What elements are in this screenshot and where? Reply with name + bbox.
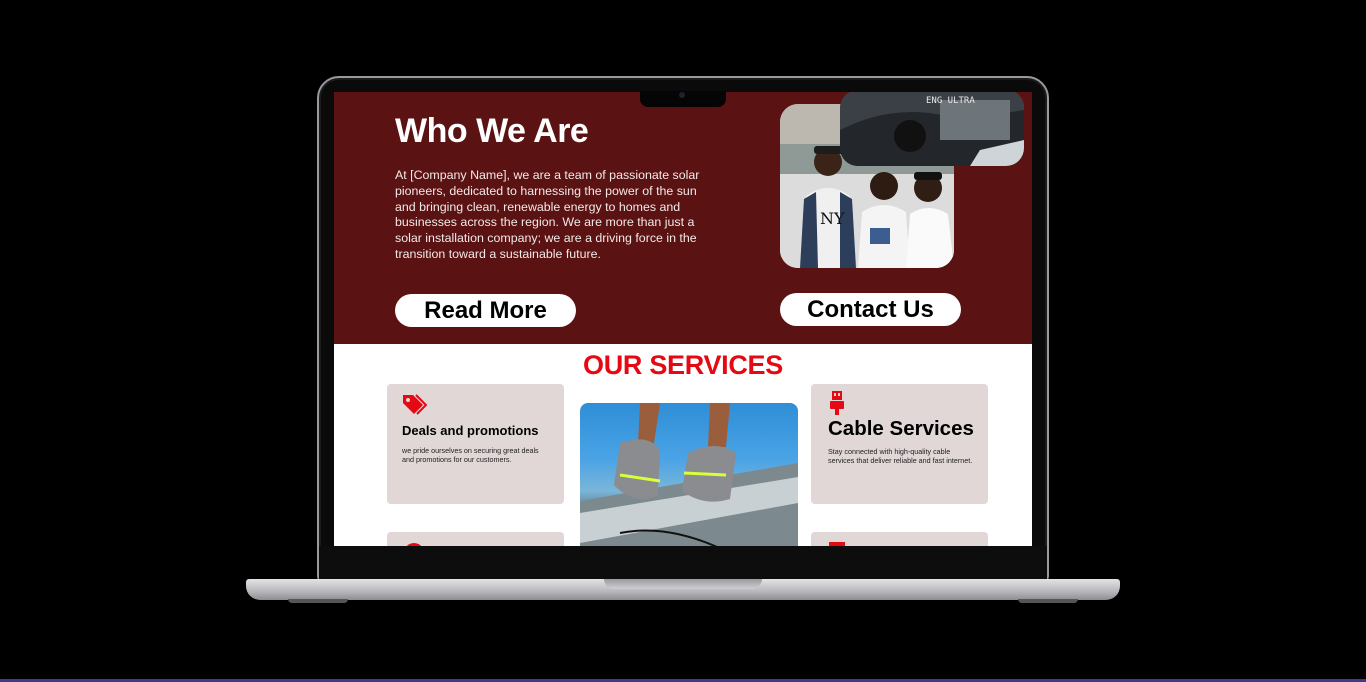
night-photo-sign-text: ENG ULTRA: [926, 96, 975, 106]
usb-plug-icon: [830, 391, 844, 420]
contact-us-button[interactable]: Contact Us: [780, 293, 961, 326]
laptop-screen: Who We Are At [Company Name], we are a t…: [334, 92, 1032, 546]
price-tags-icon: [401, 393, 428, 422]
service-card-description: Stay connected with high-quality cable s…: [828, 447, 973, 465]
hero-description: At [Company Name], we are a team of pass…: [395, 168, 700, 261]
svg-text:NY: NY: [820, 209, 845, 228]
night-event-photo: ENG ULTRA: [840, 92, 1024, 166]
service-card-description: we pride ourselves on securing great dea…: [402, 446, 539, 464]
hero-title: Who We Are: [395, 112, 589, 150]
webcam: [679, 92, 685, 98]
services-title: OUR SERVICES: [583, 350, 783, 380]
service-card-cable[interactable]: Cable Services Stay connected with high-…: [811, 384, 988, 504]
service-card-title: Cable Services: [828, 417, 974, 440]
installer-hands-illustration: [580, 403, 798, 546]
laptop-chin: [319, 546, 1047, 580]
solar-installer-photo: [580, 403, 798, 546]
laptop-foot-left: [288, 599, 348, 603]
who-we-are-section: Who We Are At [Company Name], we are a t…: [334, 92, 1032, 344]
service-card-lower-right[interactable]: [811, 532, 988, 546]
service-card-deals[interactable]: Deals and promotions we pride ourselves …: [387, 384, 564, 504]
service-card-lower-left[interactable]: [387, 532, 564, 546]
read-more-button[interactable]: Read More: [395, 294, 576, 327]
service-card-title: Deals and promotions: [402, 423, 539, 438]
laptop-foot-right: [1018, 599, 1078, 603]
laptop-trackpad-notch: [604, 579, 762, 589]
